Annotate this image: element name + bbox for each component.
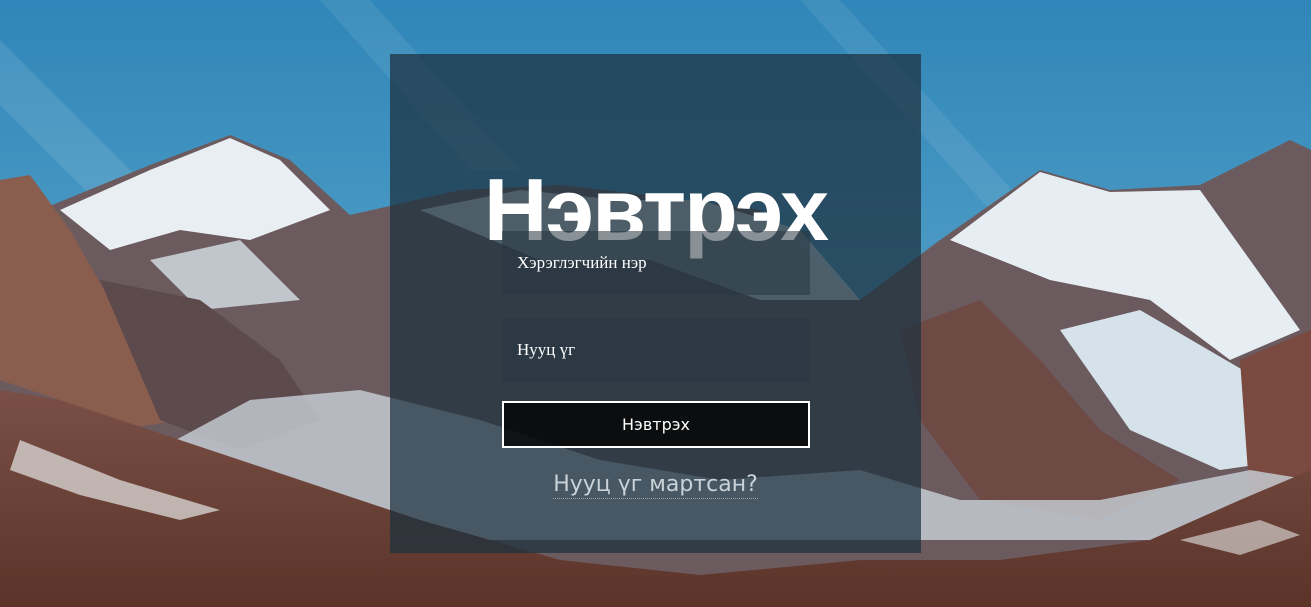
login-button[interactable]: Нэвтрэх bbox=[502, 401, 810, 448]
password-input[interactable] bbox=[502, 318, 810, 382]
forgot-password-container: Нууц үг мартсан? bbox=[390, 472, 921, 499]
forgot-password-link[interactable]: Нууц үг мартсан? bbox=[553, 472, 758, 499]
username-input[interactable] bbox=[502, 231, 810, 295]
login-panel: Нэвтрэх Нэвтрэх Нууц үг мартсан? bbox=[390, 54, 921, 553]
